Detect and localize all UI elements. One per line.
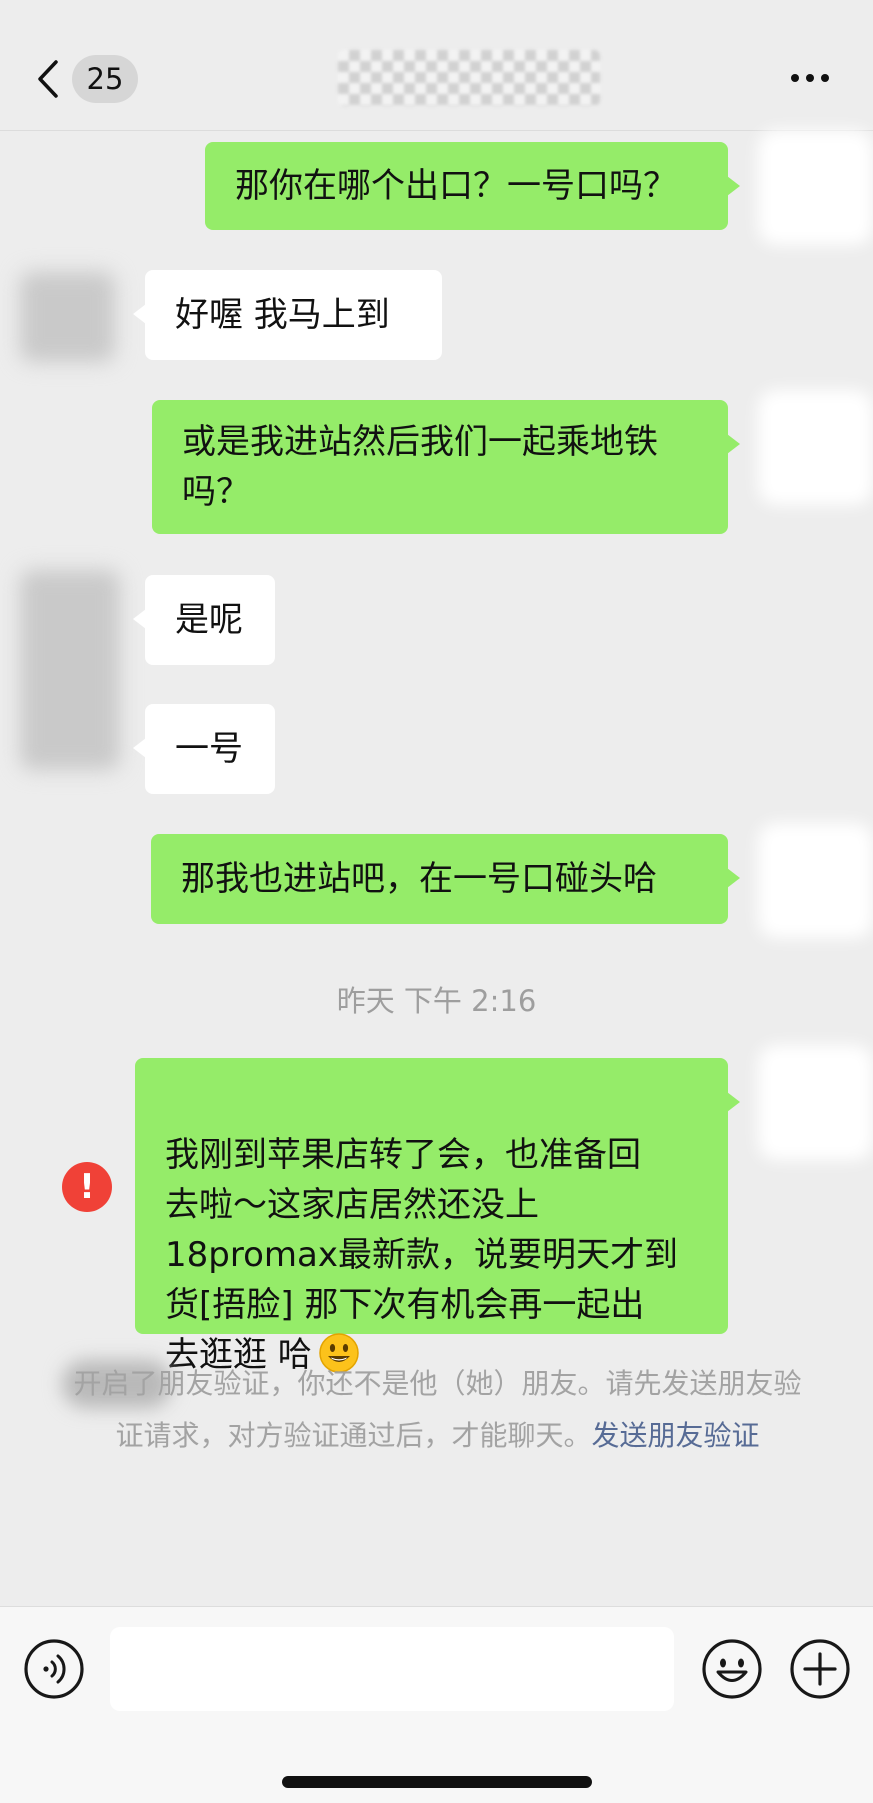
chat-header: 25: [0, 0, 873, 131]
message-input[interactable]: [110, 1627, 674, 1711]
chat-input-bar: [0, 1606, 873, 1803]
message-bubble-sent[interactable]: 那你在哪个出口？一号口吗？: [205, 142, 740, 230]
message-bubble-received[interactable]: 一号: [133, 704, 275, 794]
failed-message-text: 我刚到苹果店转了会，也准备回 去啦～这家店居然还没上 18promax最新款，说…: [165, 1135, 678, 1375]
message-bubble-sent[interactable]: 或是我进站然后我们一起乘地铁 吗？: [152, 400, 740, 534]
message-bubble-received[interactable]: 好喔 我马上到: [133, 270, 442, 360]
unread-count-badge[interactable]: 25: [72, 55, 138, 103]
my-avatar-blurred[interactable]: [758, 1045, 873, 1160]
back-chevron-icon[interactable]: [34, 58, 62, 100]
message-bubble-received[interactable]: 是呢: [133, 575, 275, 665]
home-indicator[interactable]: [282, 1776, 592, 1788]
exclamation-icon[interactable]: !: [62, 1162, 112, 1212]
friend-verification-notice: 开启了朋友验证，你还不是他（她）朋友。请先发送朋友验证请求，对方验证通过后，才能…: [70, 1358, 805, 1462]
more-options-icon[interactable]: [785, 62, 835, 92]
contact-avatar-blurred[interactable]: [20, 272, 115, 362]
contact-name-redacted: [338, 50, 600, 106]
emoji-picker-icon[interactable]: [700, 1637, 764, 1701]
contact-avatar-blurred[interactable]: [20, 570, 120, 770]
plus-more-icon[interactable]: [788, 1637, 852, 1701]
send-friend-verification-link[interactable]: 发送朋友验证: [592, 1419, 760, 1452]
message-timestamp: 昨天 下午 2:16: [336, 984, 537, 1018]
my-avatar-blurred[interactable]: [758, 823, 873, 938]
message-bubble-sent[interactable]: 那我也进站吧，在一号口碰头哈: [151, 834, 740, 924]
my-avatar-blurred[interactable]: [758, 390, 873, 505]
my-avatar-blurred[interactable]: [758, 130, 873, 245]
voice-input-icon[interactable]: [22, 1637, 86, 1701]
message-bubble-sent-failed[interactable]: 我刚到苹果店转了会，也准备回 去啦～这家店居然还没上 18promax最新款，说…: [135, 1058, 740, 1375]
